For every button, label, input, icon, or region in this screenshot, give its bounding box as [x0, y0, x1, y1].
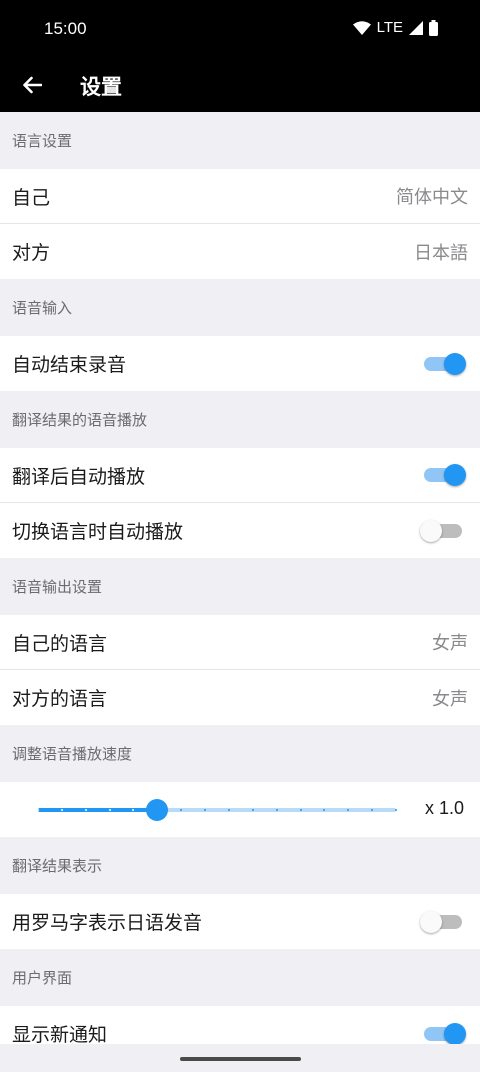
setting-value: 女声 [432, 633, 468, 654]
section-header-ui: 用户界面 [12, 969, 73, 987]
speed-slider-thumb[interactable] [146, 799, 169, 821]
slider-tick [395, 809, 397, 811]
slider-tick [204, 809, 207, 811]
notify-toggle[interactable] [422, 1022, 466, 1046]
slider-tick [37, 809, 39, 811]
section-header-speed: 调整语音播放速度 [12, 745, 133, 763]
setting-label: 自己 [12, 186, 51, 209]
section-header-result-display: 翻译结果表示 [12, 857, 103, 875]
section-header-language: 语言设置 [12, 132, 73, 150]
slider-tick [275, 809, 278, 811]
slider-tick [371, 809, 374, 811]
group-language: 自己 简体中文 对方 日本語 [0, 169, 480, 279]
romaji-toggle[interactable] [420, 910, 464, 934]
setting-value: 女声 [432, 688, 468, 710]
wifi-icon [352, 20, 371, 35]
auto-play-toggle[interactable] [422, 463, 466, 487]
status-bar: 15:00 LTE [0, 0, 480, 58]
setting-label: 翻译后自动播放 [12, 465, 146, 488]
section-header-playback: 翻译结果的语音播放 [12, 411, 148, 429]
page-title: 设置 [80, 75, 122, 99]
setting-label: 对方 [12, 242, 51, 264]
speed-slider-fill [38, 808, 158, 812]
group-voice-output: 自己的语言 女声 对方的语言 女声 [0, 615, 480, 725]
setting-self-voice[interactable]: 自己的语言 女声 [0, 615, 480, 670]
group-result-display: 用罗马字表示日语发音 [0, 894, 480, 949]
speed-slider[interactable] [37, 799, 397, 821]
setting-self-language[interactable]: 自己 简体中文 [0, 169, 480, 224]
setting-label: 自动结束录音 [12, 354, 127, 376]
setting-auto-stop-recording[interactable]: 自动结束录音 [0, 336, 480, 391]
slider-tick [180, 809, 183, 811]
settings-list: 语言设置 自己 简体中文 对方 日本語 语音输入 自动结束录音 翻译结果的语音播… [0, 112, 480, 1061]
back-button[interactable] [12, 66, 52, 104]
slider-tick [299, 809, 302, 811]
app-bar: 设置 [0, 58, 480, 112]
slider-tick [84, 809, 87, 811]
gesture-handle[interactable] [180, 1057, 301, 1061]
slider-tick [323, 809, 326, 811]
signal-icon [409, 20, 423, 35]
group-playback: 翻译后自动播放 切换语言时自动播放 [0, 448, 480, 558]
slider-tick [347, 809, 350, 811]
setting-value: 日本語 [414, 242, 468, 264]
slider-tick [227, 809, 230, 811]
status-icons: LTE [352, 19, 438, 36]
group-voice-input: 自动结束录音 [0, 336, 480, 391]
setting-label: 显示新通知 [12, 1024, 108, 1046]
slider-tick [251, 809, 254, 811]
switch-play-toggle[interactable] [420, 519, 464, 543]
setting-romaji[interactable]: 用罗马字表示日语发音 [0, 894, 480, 949]
speed-slider-row: x 1.0 [0, 782, 480, 837]
setting-partner-voice[interactable]: 对方的语言 女声 [0, 670, 480, 725]
battery-icon [429, 19, 438, 36]
network-type: LTE [376, 19, 403, 36]
setting-auto-play[interactable]: 翻译后自动播放 [0, 448, 480, 503]
setting-label: 自己的语言 [12, 632, 108, 655]
setting-partner-language[interactable]: 对方 日本語 [0, 224, 480, 279]
speed-value: x 1.0 [424, 798, 464, 818]
setting-label: 对方的语言 [12, 688, 108, 710]
setting-value: 简体中文 [396, 187, 468, 208]
auto-stop-toggle[interactable] [422, 352, 466, 376]
section-header-voice-input: 语音输入 [12, 299, 73, 317]
section-header-voice-output: 语音输出设置 [12, 578, 103, 596]
status-time: 15:00 [44, 19, 87, 38]
setting-label: 用罗马字表示日语发音 [12, 912, 203, 934]
setting-label: 切换语言时自动播放 [12, 521, 184, 543]
slider-tick [108, 809, 111, 811]
setting-switch-language-play[interactable]: 切换语言时自动播放 [0, 503, 480, 558]
arrow-back-icon [23, 76, 42, 94]
slider-tick [60, 809, 63, 811]
